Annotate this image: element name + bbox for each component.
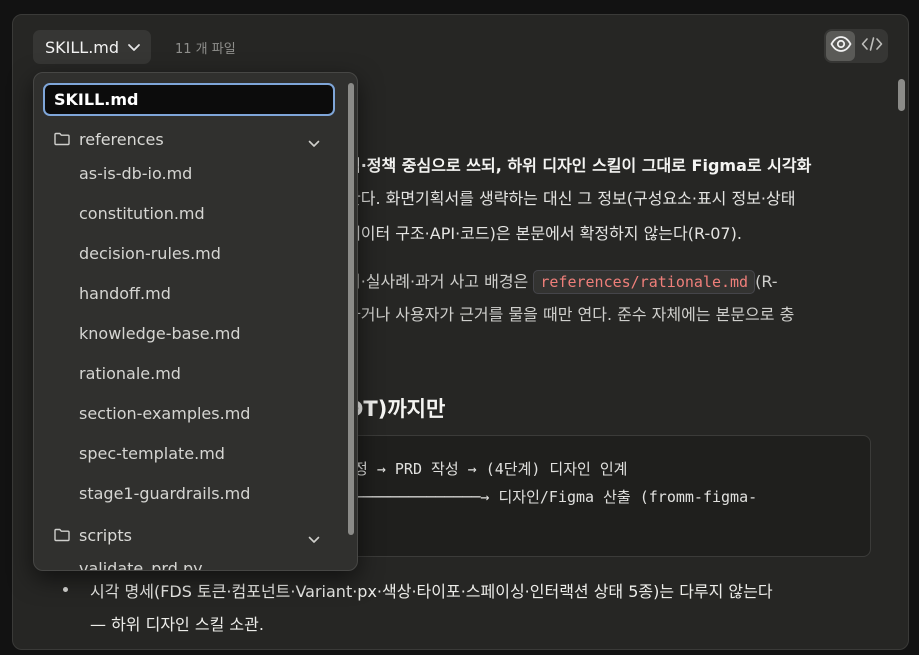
content-scrollbar-thumb[interactable] <box>898 79 905 111</box>
bullet-text: — 하위 디자인 스킬 소관. <box>90 615 264 634</box>
preview-mode-button[interactable] <box>826 31 855 61</box>
dropdown-scrollbar-thumb[interactable] <box>348 83 354 535</box>
file-item[interactable]: section-examples.md <box>79 404 250 423</box>
file-dropdown: references as-is-db-io.md constitution.m… <box>33 72 358 571</box>
file-item[interactable]: handoff.md <box>79 284 171 303</box>
inline-code-link[interactable]: references/rationale.md <box>533 270 756 294</box>
chevron-down-icon <box>308 133 320 152</box>
paragraph-line: 적·정책 중심으로 쓰되, 하위 디자인 스킬이 그대로 Figma로 시각화 <box>346 156 812 175</box>
folder-icon <box>54 131 70 150</box>
bullet-dot <box>63 587 68 592</box>
code-line: 정 → PRD 작성 → (4단계) 디자인 인계 <box>354 460 628 478</box>
file-count: 11 개 파일 <box>175 42 236 57</box>
code-icon <box>861 36 883 56</box>
folder-references[interactable]: references <box>34 121 346 157</box>
code-line: ──────────────→ 디자인/Figma 산출 (fromm-figm… <box>354 488 758 506</box>
file-item[interactable]: as-is-db-io.md <box>79 164 192 183</box>
view-mode-toggle <box>824 29 888 63</box>
section-heading: DT)까지만 <box>346 397 446 421</box>
chevron-down-icon <box>127 38 141 57</box>
file-item[interactable]: spec-template.md <box>79 444 225 463</box>
folder-icon <box>54 527 70 546</box>
file-item[interactable]: stage1-guardrails.md <box>79 484 250 503</box>
chevron-down-icon <box>308 529 320 548</box>
file-search-input[interactable] <box>43 83 335 116</box>
paragraph-line: 지·실사례·과거 사고 배경은 references/rationale.md(… <box>346 268 778 294</box>
paragraph-line: 한다. 화면기획서를 생략하는 대신 그 정보(구성요소·표시 정보·상태 <box>346 189 796 208</box>
bullet-text: 시각 명세(FDS 토큰·컴포넌트·Variant·px·색상·타이포·스페이싱… <box>90 582 773 601</box>
folder-label: scripts <box>79 525 132 545</box>
file-item[interactable]: rationale.md <box>79 364 181 383</box>
file-item[interactable]: validate_prd.py <box>79 559 203 570</box>
folder-label: references <box>79 129 164 149</box>
file-item[interactable]: decision-rules.md <box>79 244 221 263</box>
eye-icon <box>829 36 852 56</box>
paragraph-line: 하거나 사용자가 근거를 물을 때만 연다. 준수 자체에는 본문으로 충 <box>346 305 795 324</box>
file-item[interactable]: knowledge-base.md <box>79 324 240 343</box>
paragraph-text: (R- <box>755 272 778 291</box>
paragraph-line: 데이터 구조·API·코드)은 본문에서 확정하지 않는다(R-07). <box>346 224 742 243</box>
file-selector-label: SKILL.md <box>45 37 120 57</box>
file-item[interactable]: constitution.md <box>79 204 205 223</box>
code-mode-button[interactable] <box>857 31 886 61</box>
folder-scripts[interactable]: scripts <box>34 517 346 553</box>
file-selector-button[interactable]: SKILL.md <box>33 30 152 64</box>
paragraph-text: 지·실사례·과거 사고 배경은 <box>346 272 534 291</box>
